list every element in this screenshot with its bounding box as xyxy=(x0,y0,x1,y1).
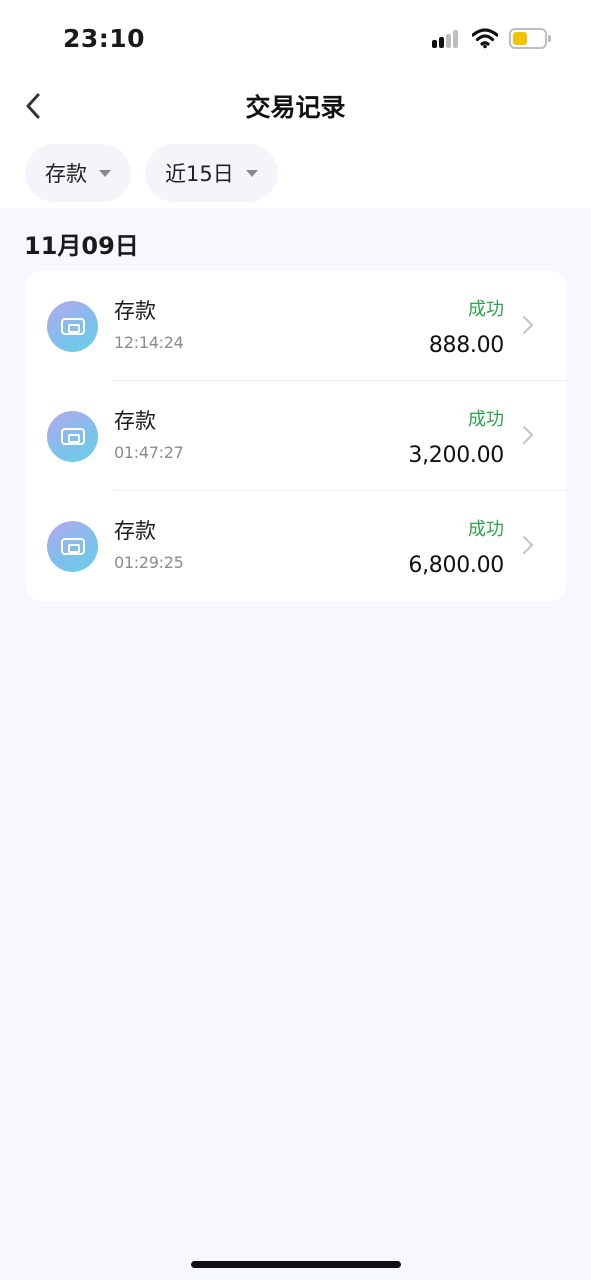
type-filter-dropdown[interactable]: 存款 xyxy=(25,144,131,202)
transaction-time: 01:29:25 xyxy=(114,553,184,572)
chevron-right-icon xyxy=(523,316,533,334)
battery-icon xyxy=(509,28,547,49)
transaction-row[interactable]: 存款 01:29:25 成功 6,800.00 xyxy=(26,491,566,601)
caret-down-icon xyxy=(245,169,258,177)
wallet-icon xyxy=(47,301,98,352)
date-range-filter-label: 近15日 xyxy=(165,162,234,186)
page-title: 交易记录 xyxy=(245,93,346,122)
home-indicator[interactable] xyxy=(191,1261,401,1268)
date-group-heading: 11月09日 xyxy=(24,232,139,260)
transaction-time: 12:14:24 xyxy=(114,333,184,352)
status-bar: 23:10 xyxy=(0,0,591,78)
wifi-icon xyxy=(472,28,498,49)
battery-level xyxy=(513,32,527,45)
transaction-status: 成功 xyxy=(468,409,504,430)
chevron-right-icon xyxy=(523,536,533,554)
transaction-title: 存款 xyxy=(114,299,156,323)
status-time: 23:10 xyxy=(63,24,146,53)
transaction-status: 成功 xyxy=(468,299,504,320)
chevron-right-icon xyxy=(523,426,533,444)
transaction-amount: 3,200.00 xyxy=(408,443,504,468)
transaction-list: 存款 12:14:24 成功 888.00 存款 01:47:27 成功 3,2… xyxy=(26,271,566,601)
transaction-title: 存款 xyxy=(114,519,156,543)
transaction-amount: 888.00 xyxy=(428,333,504,358)
type-filter-label: 存款 xyxy=(45,162,87,186)
cellular-signal-icon xyxy=(432,30,462,48)
transaction-amount: 6,800.00 xyxy=(408,553,504,578)
transaction-time: 01:47:27 xyxy=(114,443,184,462)
nav-bar: 交易记录 xyxy=(0,78,591,134)
transaction-row[interactable]: 存款 12:14:24 成功 888.00 xyxy=(26,271,566,381)
filter-bar: 存款 近15日 xyxy=(25,144,278,202)
battery-nub xyxy=(548,35,551,42)
date-range-filter-dropdown[interactable]: 近15日 xyxy=(145,144,278,202)
transaction-title: 存款 xyxy=(114,409,156,433)
caret-down-icon xyxy=(99,169,111,177)
wallet-icon xyxy=(47,521,98,572)
wallet-icon xyxy=(47,411,98,462)
transaction-row[interactable]: 存款 01:47:27 成功 3,200.00 xyxy=(26,381,566,491)
transaction-status: 成功 xyxy=(468,519,504,540)
